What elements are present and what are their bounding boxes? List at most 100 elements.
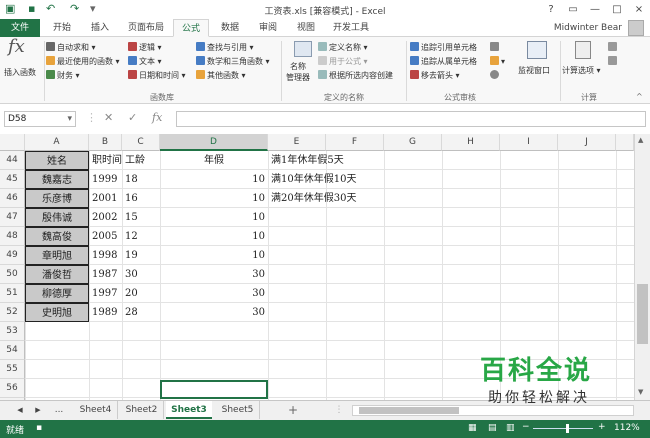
remove-arrows-button[interactable]: 移去箭头 ▾ (410, 70, 460, 81)
tab-page-layout[interactable]: 页面布局 (120, 19, 172, 37)
table-cell[interactable]: 30 (160, 265, 268, 284)
column-header-c[interactable]: C (122, 134, 160, 151)
table-cell[interactable]: 28 (122, 303, 160, 322)
zoom-level[interactable]: 112% (614, 423, 640, 433)
table-cell[interactable]: 乐彦博 (25, 189, 89, 208)
use-in-formula-button[interactable]: 用于公式 ▾ (318, 56, 368, 67)
cancel-icon[interactable]: ✕ (104, 111, 113, 124)
close-button[interactable]: × (628, 0, 650, 19)
math-button[interactable]: 数学和三角函数 ▾ (196, 56, 270, 67)
h-scroll-thumb[interactable] (359, 407, 459, 414)
table-cell[interactable]: 1987 (89, 265, 122, 284)
minimize-button[interactable]: — (584, 0, 606, 19)
table-cell[interactable]: 年假 (160, 151, 268, 170)
formula-input[interactable] (176, 111, 646, 127)
tab-data[interactable]: 数据 (212, 19, 248, 37)
table-cell[interactable]: 1989 (89, 303, 122, 322)
select-all-corner[interactable] (0, 134, 25, 151)
column-header-g[interactable]: G (384, 134, 442, 151)
row-header[interactable]: 52 (0, 303, 25, 322)
table-cell[interactable]: 殷伟诚 (25, 208, 89, 227)
financial-button[interactable]: 财务 ▾ (46, 70, 80, 81)
table-cell[interactable]: 姓名 (25, 151, 89, 170)
table-cell[interactable]: 15 (122, 208, 160, 227)
table-cell[interactable] (268, 303, 428, 322)
tab-developer[interactable]: 开发工具 (326, 19, 376, 37)
row-header[interactable]: 51 (0, 284, 25, 303)
page-break-view-icon[interactable]: ▥ (506, 423, 515, 433)
more-sheets-button[interactable]: ... (50, 401, 68, 419)
column-header-j[interactable]: J (558, 134, 616, 151)
zoom-slider[interactable] (533, 424, 593, 433)
tab-review[interactable]: 审阅 (250, 19, 286, 37)
table-cell[interactable]: 16 (122, 189, 160, 208)
add-sheet-icon[interactable]: + (284, 401, 302, 419)
row-header[interactable]: 50 (0, 265, 25, 284)
table-cell[interactable]: 2001 (89, 189, 122, 208)
active-cell-d58[interactable] (160, 380, 268, 399)
insert-function-icon[interactable]: fx (152, 111, 162, 124)
error-checking-icon[interactable]: ▾ (490, 56, 505, 67)
autosum-button[interactable]: 自动求和 ▾ (46, 42, 96, 53)
normal-view-icon[interactable]: ▦ (468, 423, 477, 433)
tab-formulas[interactable]: 公式 (173, 19, 209, 37)
page-layout-view-icon[interactable]: ▤ (488, 423, 497, 433)
table-cell[interactable]: 工龄 (122, 151, 160, 170)
sheet-tab[interactable]: Sheet2 (120, 401, 164, 419)
row-header[interactable]: 56 (0, 379, 25, 398)
column-header-f[interactable]: F (326, 134, 384, 151)
calc-now-icon[interactable] (608, 42, 619, 53)
calc-options-button[interactable]: 计算选项 ▾ (562, 65, 601, 76)
evaluate-formula-icon[interactable] (490, 70, 501, 81)
table-cell[interactable]: 柳德厚 (25, 284, 89, 303)
table-cell[interactable]: 20 (122, 284, 160, 303)
next-sheet-icon[interactable]: ▶ (32, 401, 44, 419)
enter-icon[interactable]: ✓ (128, 111, 137, 124)
collapse-ribbon-icon[interactable]: ^ (636, 91, 643, 102)
column-header-partial[interactable] (616, 134, 634, 151)
table-cell[interactable]: 潘俊哲 (25, 265, 89, 284)
zoom-slider-thumb[interactable] (566, 424, 569, 433)
datetime-button[interactable]: 日期和时间 ▾ (128, 70, 186, 81)
table-cell[interactable]: 10 (160, 170, 268, 189)
chevron-down-icon[interactable]: ▾ (67, 112, 72, 126)
row-header[interactable]: 55 (0, 360, 25, 379)
table-cell[interactable]: 满1年休年假5天 (268, 151, 428, 170)
table-cell[interactable]: 18 (122, 170, 160, 189)
split-handle-icon[interactable]: ⋮ (334, 401, 344, 419)
vertical-scrollbar[interactable]: ▲ ▼ (634, 134, 650, 400)
table-cell[interactable]: 魏嘉志 (25, 170, 89, 189)
row-header[interactable]: 54 (0, 341, 25, 360)
column-header-b[interactable]: B (89, 134, 122, 151)
table-cell[interactable]: 魏高俊 (25, 227, 89, 246)
table-cell[interactable]: 1998 (89, 246, 122, 265)
row-header[interactable]: 53 (0, 322, 25, 341)
table-cell[interactable]: 职时间 (89, 151, 122, 170)
table-cell[interactable]: 章明旭 (25, 246, 89, 265)
trace-precedents-button[interactable]: 追踪引用单元格 (410, 42, 477, 53)
table-cell[interactable]: 2005 (89, 227, 122, 246)
table-cell[interactable]: 10 (160, 246, 268, 265)
calc-sheet-icon[interactable] (608, 56, 619, 67)
define-name-button[interactable]: 定义名称 ▾ (318, 42, 368, 53)
trace-dependents-button[interactable]: 追踪从属单元格 (410, 56, 477, 67)
zoom-in-button[interactable]: + (598, 422, 606, 432)
lookup-button[interactable]: 查找与引用 ▾ (196, 42, 254, 53)
watch-window-button[interactable]: 监视窗口 (518, 65, 550, 76)
row-header[interactable]: 46 (0, 189, 25, 208)
column-header-d[interactable]: D (160, 134, 268, 151)
more-functions-button[interactable]: 其他函数 ▾ (196, 70, 246, 81)
ribbon-display-icon[interactable]: ▭ (562, 0, 584, 19)
scroll-up-icon[interactable]: ▲ (638, 136, 643, 144)
help-button[interactable]: ? (540, 0, 562, 19)
column-header-i[interactable]: I (500, 134, 558, 151)
table-cell[interactable] (268, 246, 428, 265)
create-from-selection-button[interactable]: 根据所选内容创建 (318, 70, 393, 81)
show-formulas-icon[interactable] (490, 42, 501, 53)
table-cell[interactable]: 2002 (89, 208, 122, 227)
row-header[interactable]: 45 (0, 170, 25, 189)
text-button[interactable]: 文本 ▾ (128, 56, 162, 67)
tab-insert[interactable]: 插入 (82, 19, 118, 37)
row-header[interactable]: 44 (0, 151, 25, 170)
table-cell[interactable]: 30 (160, 284, 268, 303)
